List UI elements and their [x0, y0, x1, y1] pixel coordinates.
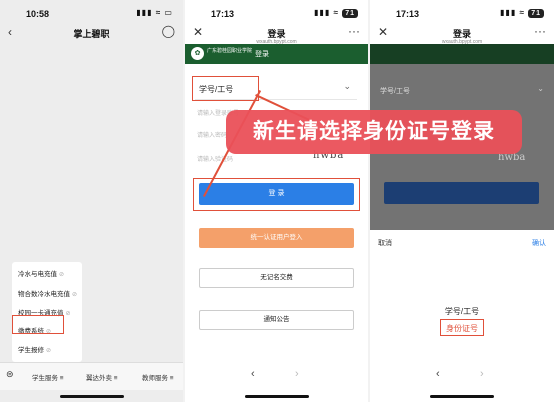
tab-student-services[interactable]: 学生服务 ≡: [32, 372, 64, 382]
school-name: 广东碧桂园职业学院: [207, 48, 253, 54]
user-icon[interactable]: ◯: [162, 24, 175, 38]
back-arrow-icon[interactable]: ‹: [436, 368, 440, 380]
menu-label: 冷水与电充值: [18, 271, 57, 278]
home-indicator: [430, 395, 494, 398]
phone-screen-picker: 17:13 ▮▮▮ ≈ 71 ✕ 登录 wxauth.bpypt.com ···…: [370, 0, 554, 402]
status-bar: 17:13 ▮▮▮ ≈ 71: [370, 0, 554, 26]
chevron-down-icon: ⌄: [537, 84, 544, 93]
signal-icons: ▮▮▮ ≈ ▭: [136, 8, 173, 17]
chevron-down-icon: ⌄: [343, 81, 351, 91]
back-arrow-icon[interactable]: ‹: [251, 368, 255, 380]
menu-item-repair[interactable]: 学生报修 ⊘: [18, 344, 51, 354]
select-label: 学号/工号: [380, 88, 410, 95]
phone-screen-login: 17:13 ▮▮▮ ≈ 71 ✕ 登录 wxauth.bpypt.com ···…: [185, 0, 368, 402]
picker-option-student-id[interactable]: 学号/工号: [370, 306, 554, 317]
menu-item-water-electric[interactable]: 冷水与电充值 ⊘: [18, 268, 64, 278]
instruction-banner: 新生请选择身份证号登录: [226, 110, 522, 154]
menu-label: 物合数冷水电充值: [18, 291, 70, 298]
home-indicator: [59, 395, 124, 398]
phone-screen-portal: 10:58 ▮▮▮ ≈ ▭ ‹ 掌上碧职 ◯ 冷水与电充值 ⊘ 物合数冷水电充值 ⊘…: [0, 0, 183, 402]
tab-label: 翼达外卖: [86, 375, 112, 382]
forward-arrow-icon[interactable]: ›: [480, 368, 484, 380]
banner-title: 登录: [255, 51, 269, 58]
more-icon[interactable]: ···: [534, 24, 546, 38]
picker-sheet: 取消 确认: [370, 230, 554, 362]
link-icon: ⊘: [65, 311, 71, 317]
highlight-box: [12, 315, 64, 334]
captcha-field[interactable]: 请输入验证码: [197, 154, 233, 163]
submenu-popup: 冷水与电充值 ⊘ 物合数冷水电充值 ⊘ 校园一卡通充值 ⊘ 缴费系统 ⊘ 学生报修 ⊘: [12, 262, 82, 362]
anonymous-pay-button[interactable]: 无记名交费: [199, 268, 354, 288]
tab-label: 教师服务: [142, 375, 168, 382]
menu-item-property-water[interactable]: 物合数冷水电充值 ⊘: [18, 288, 77, 298]
page-title: 掌上碧职: [73, 29, 110, 39]
battery-icon: 71: [342, 9, 358, 18]
highlight-box: [192, 76, 259, 101]
browser-nav: ‹ ›: [185, 368, 368, 384]
confirm-button[interactable]: 确认: [532, 238, 546, 248]
highlight-box: [440, 319, 484, 336]
link-icon: ⊘: [72, 292, 78, 298]
forward-arrow-icon[interactable]: ›: [295, 368, 299, 380]
password-field[interactable]: 请输入密码: [197, 130, 227, 139]
login-button[interactable]: 登 录: [199, 183, 354, 205]
link-icon: ⊘: [59, 272, 65, 278]
school-banner: ✿ 广东碧桂园职业学院 登录: [185, 44, 368, 64]
status-bar: 10:58 ▮▮▮ ≈ ▭: [0, 0, 183, 26]
notice-button[interactable]: 通知公告: [199, 310, 354, 330]
login-button: [384, 182, 539, 204]
signal-icons: ▮▮▮ ≈ 71: [500, 8, 544, 18]
cancel-button[interactable]: 取消: [378, 238, 392, 248]
school-logo-icon: ✿: [191, 47, 204, 60]
bottom-tab-bar: ⊜ 学生服务 ≡ 翼达外卖 ≡ 教师服务 ≡: [0, 362, 183, 390]
signal-icons: ▮▮▮ ≈ 71: [314, 8, 358, 18]
nav-bar: ‹ 掌上碧职 ◯: [0, 24, 183, 44]
keyboard-icon[interactable]: ⊜: [6, 369, 14, 380]
link-icon: ⊘: [46, 348, 52, 354]
unified-auth-button[interactable]: 统一认证用户登入: [199, 228, 354, 248]
battery-icon: 71: [528, 9, 544, 18]
tab-teacher-services[interactable]: 教师服务 ≡: [142, 372, 174, 382]
nav-bar: ✕ 登录 wxauth.bpypt.com ···: [370, 24, 554, 45]
status-time: 10:58: [26, 9, 50, 19]
tab-label: 学生服务: [32, 375, 58, 382]
menu-label: 学生报修: [18, 347, 44, 354]
tab-takeout[interactable]: 翼达外卖 ≡: [86, 372, 118, 382]
status-time: 17:13: [396, 9, 420, 19]
school-banner: [370, 44, 554, 64]
nav-bar: ✕ 登录 wxauth.bpypt.com ···: [185, 24, 368, 45]
status-bar: 17:13 ▮▮▮ ≈ 71: [185, 0, 368, 26]
status-time: 17:13: [211, 9, 235, 19]
home-indicator: [244, 395, 309, 398]
browser-nav: ‹ ›: [370, 368, 554, 384]
more-icon[interactable]: ···: [348, 24, 360, 38]
